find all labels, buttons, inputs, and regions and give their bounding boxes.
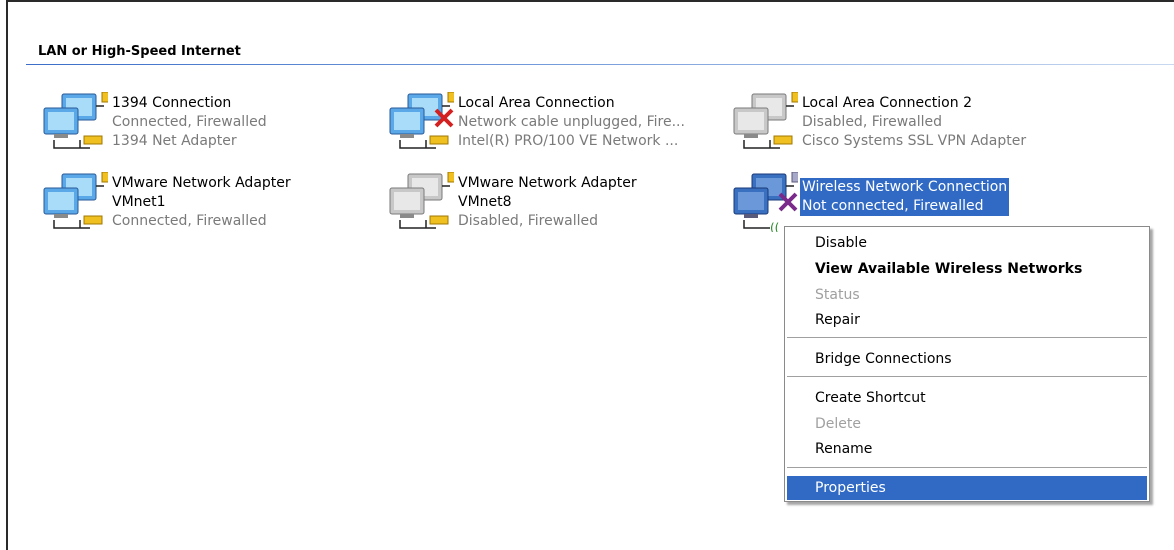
connection-device: Intel(R) PRO/100 VE Network ... [458,133,679,149]
connection-item-wireless[interactable]: (( Wireless Network Connection Not conne… [730,171,1070,235]
section-divider [26,64,1174,65]
network-connection-icon [386,91,457,152]
connection-subname: VMnet1 [112,194,166,210]
network-connection-icon [40,171,111,232]
connection-item-vmnet8[interactable]: VMware Network Adapter VMnet8 Disabled, … [386,171,716,232]
connection-item-1394[interactable]: 1394 Connection Connected, Firewalled 13… [40,91,340,152]
network-connection-icon [386,171,457,232]
connection-name: Wireless Network Connection [800,178,1010,197]
menu-separator [787,337,1147,339]
menu-item-status: Status [815,287,860,303]
connection-status: Disabled, Firewalled [802,114,943,130]
window-top-border [6,0,1174,2]
context-menu: Disable View Available Wireless Networks… [784,226,1150,502]
connection-item-local-area-2[interactable]: Local Area Connection 2 Disabled, Firewa… [730,91,1060,152]
connection-status: Connected, Firewalled [112,213,267,229]
network-connection-icon [40,91,111,152]
network-connection-icon [730,91,801,152]
menu-separator [787,467,1147,469]
connection-device: 1394 Net Adapter [112,133,237,149]
connection-name: Local Area Connection [458,95,615,111]
connection-name: 1394 Connection [112,95,232,111]
connection-item-vmnet1[interactable]: VMware Network Adapter VMnet1 Connected,… [40,171,340,232]
wireless-connection-icon: (( [730,171,801,235]
connection-status: Network cable unplugged, Fire... [458,114,685,130]
menu-item-repair[interactable]: Repair [787,308,1147,332]
connection-name: VMware Network Adapter [458,175,637,191]
connection-status: Not connected, Firewalled [800,197,1010,216]
menu-item-disable[interactable]: Disable [787,231,1147,255]
connection-device: Cisco Systems SSL VPN Adapter [802,133,1027,149]
connection-name: VMware Network Adapter [112,175,291,191]
connection-status: Disabled, Firewalled [458,213,599,229]
menu-item-bridge-connections[interactable]: Bridge Connections [787,347,1147,371]
svg-text:((: (( [770,221,779,232]
connection-item-local-area[interactable]: Local Area Connection Network cable unpl… [386,91,716,152]
menu-item-create-shortcut[interactable]: Create Shortcut [787,386,1147,410]
menu-item-properties[interactable]: Properties [787,476,1147,500]
connection-status: Connected, Firewalled [112,114,267,130]
connection-name: Local Area Connection 2 [802,95,972,111]
menu-item-delete: Delete [815,416,861,432]
menu-item-view-wireless-networks[interactable]: View Available Wireless Networks [787,257,1147,281]
menu-item-rename[interactable]: Rename [787,437,1147,461]
network-connections-window: LAN or High-Speed Internet 1394 Connecti… [0,0,1174,550]
section-title: LAN or High-Speed Internet [38,44,241,59]
window-left-border [6,0,8,550]
menu-separator [787,376,1147,378]
connection-subname: VMnet8 [458,194,512,210]
